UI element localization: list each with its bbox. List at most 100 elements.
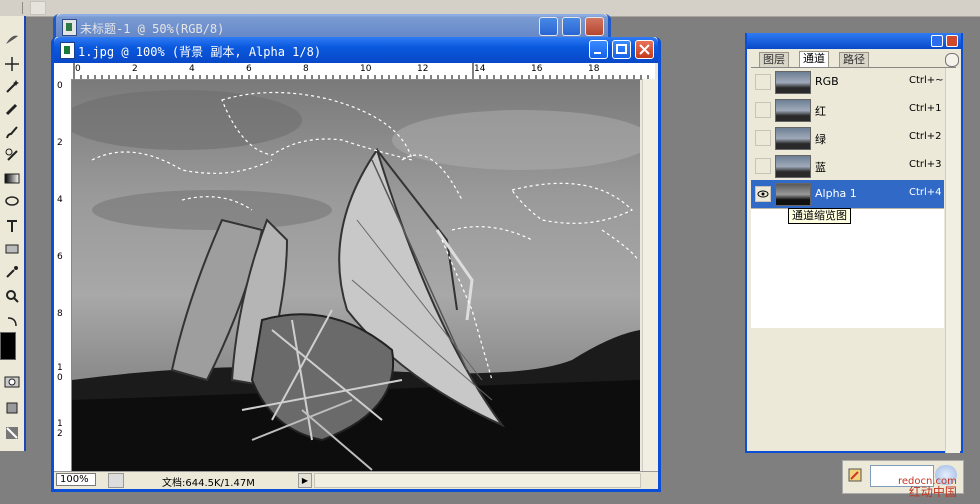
tooltip: 通道缩览图 <box>788 208 851 224</box>
channels-panel: 图层 通道 路径 RGB Ctrl+~ 红 Ctrl+1 绿 Ctrl+2 蓝 … <box>745 33 963 453</box>
toolbar-button[interactable] <box>30 1 46 15</box>
toolbar-separator <box>22 2 23 14</box>
visibility-toggle[interactable] <box>755 130 771 146</box>
jump-to-imageready-icon[interactable] <box>2 423 22 443</box>
panel-scrollbar[interactable] <box>945 68 960 453</box>
channel-name: 红 <box>815 105 826 118</box>
vertical-ruler: 0 2 4 6 8 1 0 1 2 <box>54 79 72 472</box>
channel-name: RGB <box>815 75 839 88</box>
quick-mask-icon[interactable] <box>2 372 22 392</box>
shape-tool-icon[interactable] <box>2 239 22 259</box>
channel-row[interactable]: RGB Ctrl+~ <box>751 68 944 97</box>
tab-channels[interactable]: 通道 <box>799 51 829 67</box>
zoom-tool-icon[interactable] <box>2 286 22 306</box>
ruler-label: 4 <box>57 195 63 205</box>
zoom-field[interactable]: 100% <box>56 473 96 486</box>
tab-layers[interactable]: 图层 <box>759 52 789 67</box>
visibility-toggle[interactable] <box>755 102 771 118</box>
visibility-toggle[interactable] <box>755 158 771 174</box>
horizontal-ruler: 0 2 4 6 8 10 12 14 16 18 <box>71 63 655 80</box>
ruler-label: 4 <box>189 64 195 74</box>
channel-shortcut: Ctrl+1 <box>909 103 942 114</box>
status-menu-arrow-icon[interactable]: ▶ <box>298 473 312 488</box>
channel-shortcut: Ctrl+2 <box>909 131 942 142</box>
ruler-label: 8 <box>303 64 309 74</box>
channel-thumbnail[interactable] <box>775 127 811 150</box>
brush-icon[interactable] <box>2 122 22 142</box>
main-window-titlebar[interactable]: 1.jpg @ 100% (背景 副本, Alpha 1/8) <box>54 37 658 63</box>
magic-wand-icon[interactable] <box>2 76 22 96</box>
ruler-label: 10 <box>360 64 372 74</box>
channel-list: RGB Ctrl+~ 红 Ctrl+1 绿 Ctrl+2 蓝 Ctrl+3 Al <box>751 68 944 328</box>
foreground-color-swatch[interactable] <box>0 332 16 360</box>
channel-shortcut: Ctrl+4 <box>909 187 942 198</box>
channel-thumbnail[interactable] <box>775 71 811 94</box>
channel-shortcut: Ctrl+~ <box>909 75 944 86</box>
ruler-label: 16 <box>531 64 543 74</box>
channel-row[interactable]: 绿 Ctrl+2 <box>751 124 944 153</box>
panel-menu-icon[interactable] <box>945 53 959 67</box>
minimize-icon[interactable] <box>539 17 558 36</box>
channel-row[interactable]: 蓝 Ctrl+3 <box>751 152 944 181</box>
main-window-title: 1.jpg @ 100% (背景 副本, Alpha 1/8) <box>78 45 322 59</box>
vertical-scrollbar[interactable] <box>642 79 658 472</box>
ruler-label: 18 <box>588 64 600 74</box>
swap-colors-icon[interactable] <box>2 312 22 332</box>
ruler-label: 6 <box>246 64 252 74</box>
channel-name: 绿 <box>815 133 826 146</box>
eye-icon[interactable] <box>755 186 771 202</box>
panel-tabs: 图层 通道 路径 <box>751 51 956 68</box>
channel-thumbnail[interactable] <box>775 183 811 206</box>
panel-close-icon[interactable] <box>946 35 958 47</box>
history-brush-icon[interactable] <box>2 145 22 165</box>
document-icon <box>62 19 77 36</box>
move-tool-icon[interactable] <box>2 54 22 74</box>
ruler-label: 2 <box>132 64 138 74</box>
pen-color-icon[interactable] <box>848 467 864 483</box>
feather-logo-icon <box>2 30 22 50</box>
ruler-label: 12 <box>417 64 429 74</box>
channel-row-selected[interactable]: Alpha 1 Ctrl+4 <box>751 180 944 209</box>
status-preview-icon[interactable] <box>108 473 124 488</box>
watermark-text: 红动中国 <box>908 485 957 499</box>
toolbox <box>0 16 26 451</box>
ruler-label: 1 0 <box>57 363 63 383</box>
document-icon <box>60 42 75 59</box>
ruler-label: 0 <box>57 81 63 91</box>
ruler-label: 8 <box>57 309 63 319</box>
panel-minimize-icon[interactable] <box>931 35 943 47</box>
document-size-info: 文档:644.5K/1.47M <box>162 478 255 489</box>
status-bar: 100% 文档:644.5K/1.47M ▶ <box>54 471 658 489</box>
channel-name: Alpha 1 <box>815 187 857 200</box>
channel-shortcut: Ctrl+3 <box>909 159 942 170</box>
visibility-toggle[interactable] <box>755 74 771 90</box>
channel-row[interactable]: 红 Ctrl+1 <box>751 96 944 125</box>
main-document-window[interactable]: 1.jpg @ 100% (背景 副本, Alpha 1/8) 0 2 4 6 … <box>51 37 661 492</box>
screen-mode-icon[interactable] <box>2 398 22 418</box>
maximize-icon[interactable] <box>562 17 581 36</box>
minimize-button[interactable] <box>589 40 608 59</box>
eyedropper-icon[interactable] <box>2 262 22 282</box>
channel-thumbnail[interactable] <box>775 155 811 178</box>
ruler-label: 6 <box>57 252 63 262</box>
channel-name: 蓝 <box>815 161 826 174</box>
channel-thumbnail[interactable] <box>775 99 811 122</box>
watermark: redocn.com 红动中国 <box>898 476 957 498</box>
tab-paths[interactable]: 路径 <box>839 52 869 67</box>
ruler-label: 1 2 <box>57 419 63 439</box>
ruler-label: 0 <box>75 64 81 74</box>
healing-brush-icon[interactable] <box>2 99 22 119</box>
close-icon[interactable] <box>585 17 604 36</box>
ruler-label: 2 <box>57 138 63 148</box>
horizontal-scrollbar[interactable] <box>314 473 641 488</box>
maximize-button[interactable] <box>612 40 631 59</box>
type-tool-icon[interactable] <box>2 216 22 236</box>
panel-titlebar[interactable] <box>747 33 961 49</box>
close-button[interactable] <box>635 40 654 59</box>
image-canvas[interactable] <box>72 80 640 472</box>
gradient-icon[interactable] <box>2 168 22 188</box>
ruler-label: 14 <box>474 64 486 74</box>
ruler-origin[interactable] <box>54 63 72 80</box>
dodge-icon[interactable] <box>2 191 22 211</box>
background-window-title: 未标题-1 @ 50%(RGB/8) <box>80 22 225 36</box>
